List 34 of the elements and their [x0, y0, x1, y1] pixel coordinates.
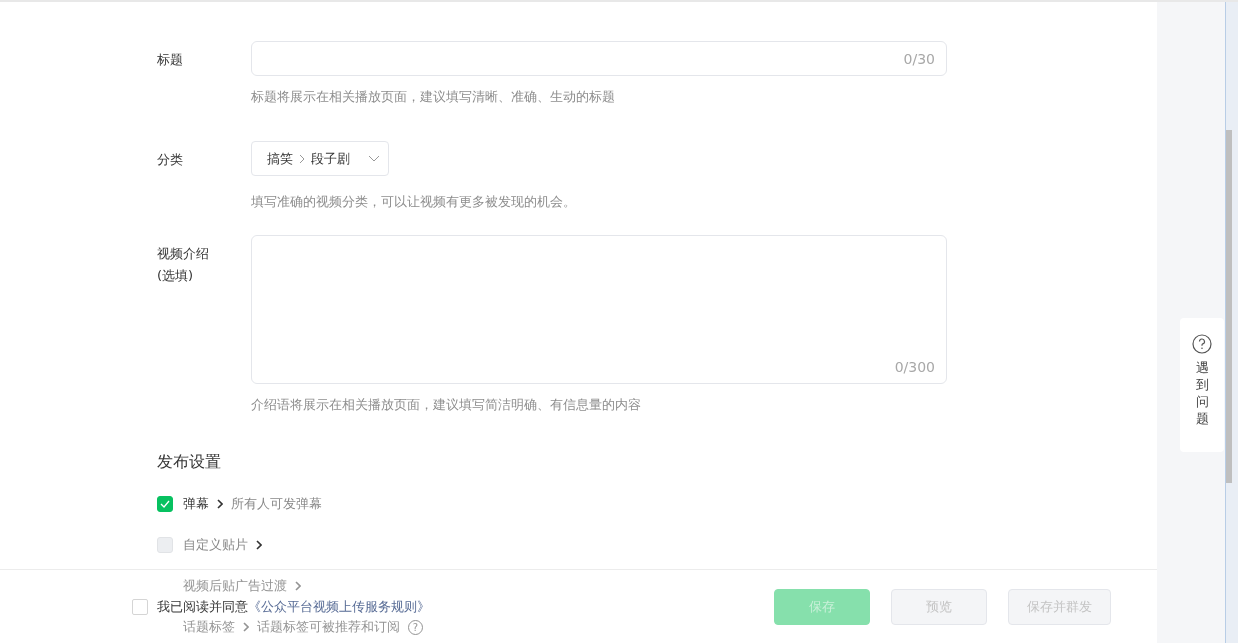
category-select[interactable]: 搞笑 段子剧 [251, 141, 389, 176]
checkbox[interactable] [132, 598, 148, 615]
chevron-right-icon[interactable] [256, 540, 262, 550]
help-panel[interactable]: 遇到问题 [1180, 318, 1224, 452]
setting-detail: 话题标签可被推荐和订阅 [257, 618, 400, 636]
setting-detail: 所有人可发弹幕 [231, 495, 322, 513]
title-input-field[interactable]: 0/30 [251, 41, 947, 76]
setting-label: 自定义贴片 [183, 536, 248, 554]
rules-link[interactable]: 《公众平台视频上传服务规则》 [248, 598, 430, 614]
field-label: 标题 [156, 51, 184, 69]
character-counter: 0/300 [894, 359, 935, 375]
field-label: 分类 [156, 151, 184, 169]
agreement-text: 我已阅读并同意《公众平台视频上传服务规则》 [157, 597, 430, 616]
field-hint: 填写准确的视频分类，可以让视频有更多被发现的机会。 [251, 193, 577, 211]
help-icon [1192, 334, 1212, 354]
checkbox[interactable] [157, 496, 173, 512]
setting-label: 视频后贴广告过渡 [183, 577, 287, 595]
caret-icon [368, 155, 380, 162]
character-counter: 0/30 [903, 50, 935, 67]
setting-label: 弹幕 [183, 495, 209, 513]
field-hint: 标题将展示在相关播放页面，建议填写清晰、准确、生动的标题 [251, 88, 616, 106]
check-icon [160, 500, 170, 508]
field-label: 视频介绍 [157, 245, 210, 263]
help-text: 遇到问题 [1195, 360, 1209, 428]
category-label: 搞笑 [267, 149, 293, 168]
field-label: (选填) [157, 267, 195, 285]
field-hint: 介绍语将展示在相关播放页面，建议填写简洁明确、有信息量的内容 [251, 396, 642, 414]
description-input-field[interactable]: 0/300 [251, 235, 947, 384]
category-label: 段子剧 [311, 149, 350, 168]
chevron-right-icon[interactable] [217, 499, 223, 509]
chevron-right-icon [299, 153, 305, 164]
section-heading: 发布设置 [157, 452, 222, 473]
scrollbar[interactable] [1225, 2, 1238, 643]
setting-label: 话题标签 [183, 618, 235, 636]
